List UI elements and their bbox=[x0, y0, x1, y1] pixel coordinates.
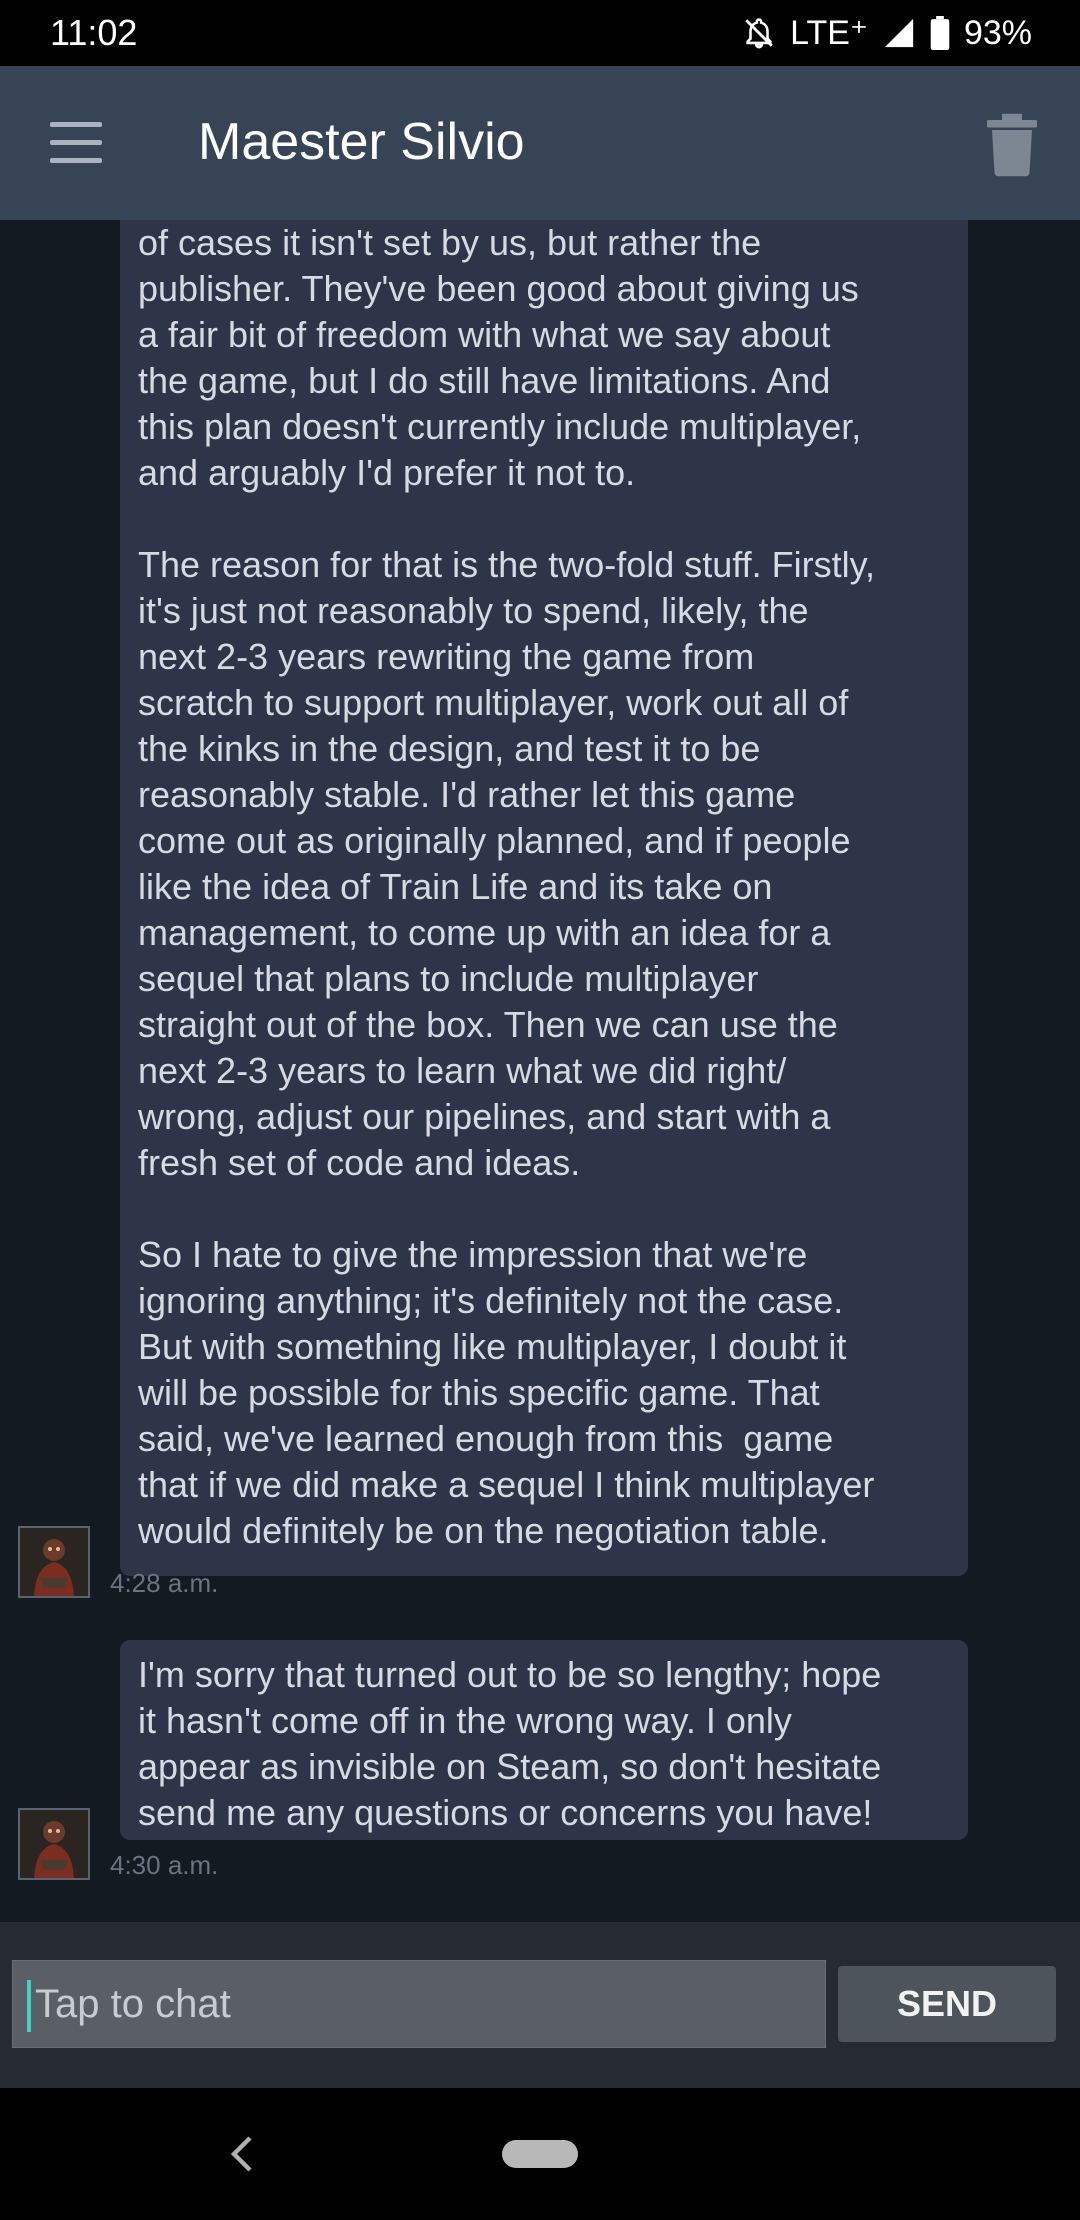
system-nav-bar bbox=[0, 2088, 1080, 2220]
message-bubble: of cases it isn't set by us, but rather … bbox=[120, 220, 968, 1576]
chat-input-placeholder: Tap to chat bbox=[35, 1982, 231, 2026]
chat-messages[interactable]: of cases it isn't set by us, but rather … bbox=[0, 220, 1080, 1922]
chat-title: Maester Silvio bbox=[198, 113, 525, 171]
message-bubble: I'm sorry that turned out to be so lengt… bbox=[120, 1640, 968, 1840]
battery-percent: 93% bbox=[963, 13, 1032, 52]
network-type: LTE⁺ bbox=[790, 14, 868, 52]
avatar[interactable] bbox=[18, 1526, 90, 1598]
app-header: Maester Silvio bbox=[0, 66, 1080, 220]
message-timestamp: 4:28 a.m. bbox=[110, 1568, 219, 1598]
status-time: 11:02 bbox=[50, 12, 138, 53]
back-chevron-icon[interactable] bbox=[222, 2132, 262, 2176]
battery-icon bbox=[930, 16, 950, 50]
chat-input[interactable]: Tap to chat bbox=[12, 1960, 826, 2048]
trash-icon[interactable] bbox=[982, 112, 1042, 178]
home-pill-icon[interactable] bbox=[502, 2140, 578, 2168]
hamburger-menu-icon[interactable] bbox=[40, 116, 114, 170]
avatar[interactable] bbox=[18, 1808, 90, 1880]
composer-bar: Tap to chat SEND bbox=[0, 1922, 1080, 2088]
send-button[interactable]: SEND bbox=[838, 1966, 1056, 2042]
status-icons: LTE⁺ 93% bbox=[742, 13, 1032, 53]
notifications-off-icon bbox=[745, 18, 773, 49]
message-timestamp: 4:30 a.m. bbox=[110, 1850, 219, 1880]
status-bar: 11:02 LTE⁺ 93% bbox=[0, 0, 1080, 66]
text-cursor bbox=[27, 1980, 31, 2033]
signal-icon bbox=[884, 18, 914, 48]
